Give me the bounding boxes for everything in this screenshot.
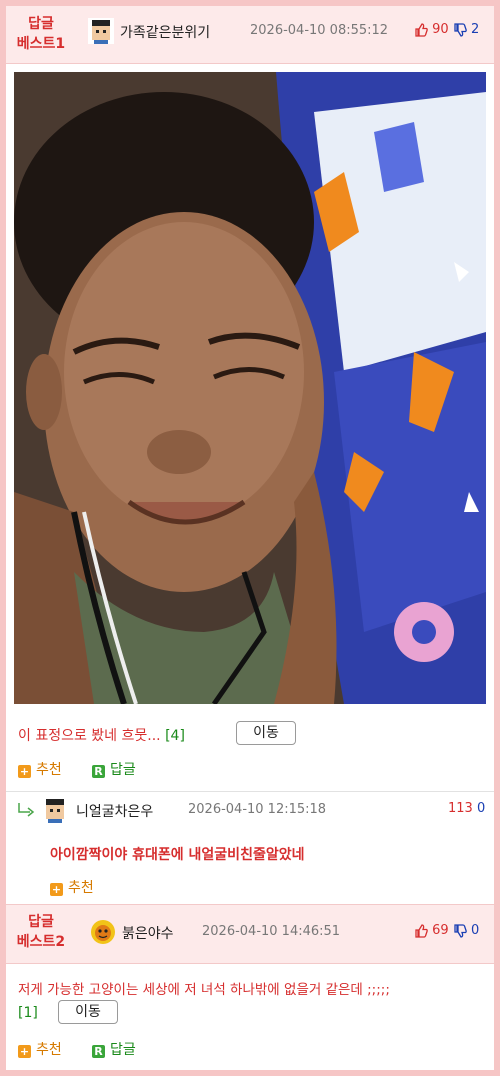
- recommend-button[interactable]: + 추천: [18, 759, 62, 779]
- timestamp: 2026-04-10 12:15:18: [188, 802, 327, 817]
- reply-icon: R: [92, 1045, 105, 1058]
- nickname[interactable]: 붉은야수: [122, 923, 174, 943]
- reply-count[interactable]: [4]: [165, 728, 185, 744]
- plus-icon: +: [18, 765, 31, 778]
- upvote-count: 69: [432, 923, 449, 938]
- recommend-button[interactable]: + 추천: [50, 877, 94, 897]
- selfie-photo: [14, 72, 486, 704]
- nickname[interactable]: 니얼굴차은우: [76, 801, 153, 821]
- downvote-count: 2: [470, 22, 480, 37]
- downvote-count: 0: [476, 801, 486, 816]
- thumbs-up-icon[interactable]: [414, 22, 428, 37]
- reply-count[interactable]: [1]: [18, 1005, 38, 1021]
- vote-counts: 69 0: [414, 923, 479, 938]
- thumbs-down-icon[interactable]: [453, 923, 467, 938]
- avatar[interactable]: [88, 18, 114, 44]
- comment-image[interactable]: [14, 72, 486, 704]
- comment-text: 이 표정으로 봤네 흐뭇... [4]: [18, 728, 185, 744]
- reply-button[interactable]: R 답글: [92, 759, 136, 779]
- reply-button[interactable]: R 답글: [92, 1039, 136, 1059]
- plus-icon: +: [50, 883, 63, 896]
- move-button[interactable]: 이동: [236, 721, 296, 745]
- thumbs-up-icon[interactable]: [414, 923, 428, 938]
- recommend-button[interactable]: + 추천: [18, 1039, 62, 1059]
- vote-counts: 113 0: [448, 801, 485, 816]
- best-badge: 답글 베스트1: [16, 16, 66, 52]
- best-comment-1-header: 답글 베스트1 가족같은분위기 2026-04-10 08:55:12 90 2: [6, 6, 494, 64]
- nickname[interactable]: 가족같은분위기: [120, 22, 210, 42]
- reply-icon: R: [92, 765, 105, 778]
- reply-arrow-icon: [18, 803, 35, 817]
- upvote-count: 90: [432, 22, 449, 37]
- best-comment-2-header: 답글 베스트2 붉은야수 2026-04-10 14:46:51 69 0: [6, 904, 494, 964]
- vote-counts: 90 2: [414, 22, 479, 37]
- divider: [6, 791, 494, 792]
- best-badge: 답글 베스트2: [16, 914, 66, 950]
- timestamp: 2026-04-10 08:55:12: [250, 23, 389, 38]
- timestamp: 2026-04-10 14:46:51: [202, 924, 341, 939]
- avatar[interactable]: [90, 919, 116, 945]
- plus-icon: +: [18, 1045, 31, 1058]
- downvote-count: 0: [470, 923, 480, 938]
- avatar[interactable]: [42, 797, 68, 823]
- thumbs-down-icon[interactable]: [453, 22, 467, 37]
- comment-text: 아이깜짝이야 휴대폰에 내얼굴비친줄알았네: [50, 847, 305, 863]
- upvote-count: 113: [448, 801, 473, 816]
- comment-text: 저게 가능한 고양이는 세상에 저 녀석 하나밖에 없을거 같은데 ;;;;;: [18, 982, 390, 998]
- move-button[interactable]: 이동: [58, 1000, 118, 1024]
- comment-list: 답글 베스트1 가족같은분위기 2026-04-10 08:55:12 90 2: [6, 6, 494, 1070]
